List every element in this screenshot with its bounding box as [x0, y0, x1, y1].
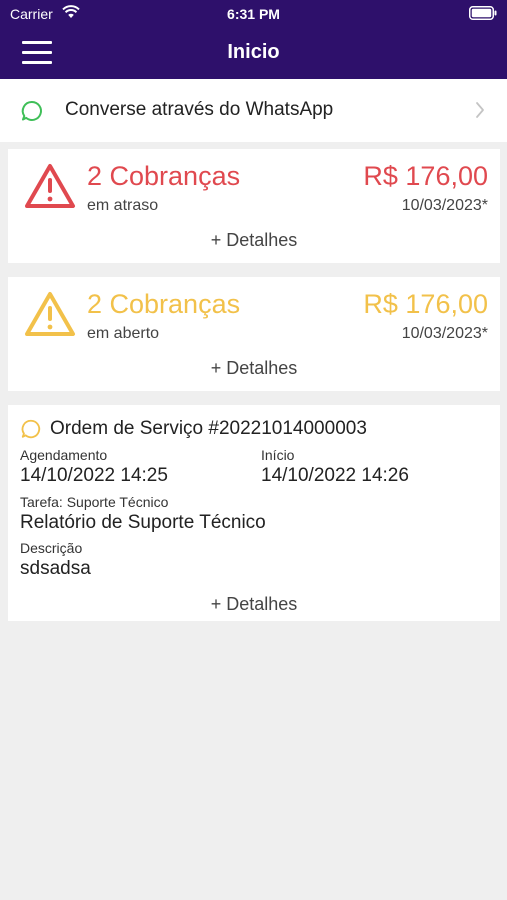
- open-bills-card: 2 Cobranças em aberto R$ 176,00 10/03/20…: [8, 277, 500, 391]
- chevron-right-icon: [476, 102, 484, 118]
- whatsapp-label: Converse através do WhatsApp: [65, 99, 334, 120]
- bill-amount: R$ 176,00: [363, 161, 488, 191]
- details-link[interactable]: + Detalhes: [8, 230, 500, 251]
- task-label: Tarefa: Suporte Técnico: [20, 494, 169, 510]
- bill-due-date: 10/03/2023*: [401, 325, 488, 342]
- status-bar: Carrier 6:31 PM: [0, 0, 507, 28]
- warning-triangle-icon: [25, 292, 75, 336]
- start-value: 14/10/2022 14:26: [261, 465, 409, 486]
- bill-status: em atraso: [87, 197, 159, 214]
- description-value: sdsadsa: [20, 558, 91, 579]
- app-header: Carrier 6:31 PM Inicio: [0, 0, 507, 79]
- chat-bubble-icon: [21, 419, 41, 439]
- warning-triangle-icon: [25, 164, 75, 208]
- service-order-card: Ordem de Serviço #20221014000003 Agendam…: [8, 405, 500, 621]
- scheduling-label: Agendamento: [20, 447, 108, 463]
- overdue-bills-card: 2 Cobranças em atraso R$ 176,00 10/03/20…: [8, 149, 500, 263]
- description-label: Descrição: [20, 540, 83, 556]
- task-value: Relatório de Suporte Técnico: [20, 512, 266, 533]
- details-link[interactable]: + Detalhes: [8, 358, 500, 379]
- page-title: Inicio: [227, 41, 280, 63]
- bill-count-title: 2 Cobranças: [87, 161, 241, 191]
- chat-bubble-icon: [21, 100, 42, 121]
- service-order-title: Ordem de Serviço #20221014000003: [50, 418, 367, 439]
- bill-status: em aberto: [87, 325, 160, 342]
- status-time: 6:31 PM: [227, 6, 280, 22]
- battery-icon: [469, 6, 497, 20]
- scheduling-value: 14/10/2022 14:25: [20, 465, 168, 486]
- start-label: Início: [261, 447, 295, 463]
- bill-count-title: 2 Cobranças: [87, 289, 241, 319]
- whatsapp-chat-row[interactable]: Converse através do WhatsApp: [0, 79, 507, 142]
- bill-amount: R$ 176,00: [363, 289, 488, 319]
- details-link[interactable]: + Detalhes: [8, 594, 500, 615]
- navigation-bar: Inicio: [0, 28, 507, 79]
- bill-due-date: 10/03/2023*: [401, 197, 488, 214]
